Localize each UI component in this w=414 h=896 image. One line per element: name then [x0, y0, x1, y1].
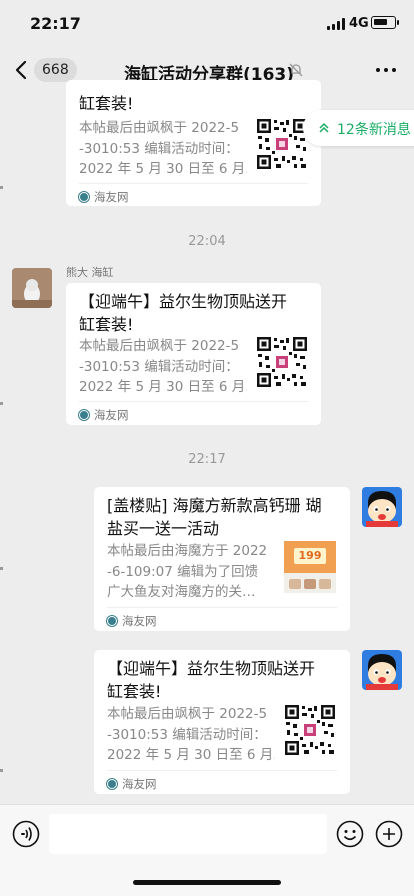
unread-count: 668 [34, 58, 77, 82]
thumbnail-price: 199 [294, 548, 326, 564]
card-title: [盖楼贴] 海魔方新款高钙珊 瑚 盐买一送一活动 [107, 496, 322, 538]
card-description: 本帖最后由海魔方于 2022 -6-109:07 编辑为了回馈 广大鱼友对海魔方… [107, 543, 268, 600]
card-source: 海友网 [79, 407, 129, 423]
card-title: 缸套装! [79, 94, 134, 113]
battery-icon [371, 16, 396, 29]
edge-mark [0, 186, 3, 189]
more-icon[interactable] [376, 68, 396, 73]
source-logo-icon [107, 779, 117, 789]
sender-name: 熊大 海缸 [66, 266, 114, 279]
source-logo-icon [79, 410, 89, 420]
edge-mark [0, 567, 3, 570]
avatar[interactable] [362, 650, 402, 690]
article-thumbnail: 199 [284, 541, 336, 593]
avatar[interactable] [12, 268, 52, 308]
double-up-arrow-icon [319, 122, 329, 133]
card-divider [107, 607, 337, 608]
card-description: 本帖最后由飒枫于 2022-5 -3010:53 编辑活动时间： 2022 年 … [79, 338, 247, 395]
source-label: 海友网 [122, 777, 157, 791]
network-label: 4G [349, 16, 369, 31]
card-description: 本帖最后由飒枫于 2022-5 -3010:53 编辑活动时间： 2022 年 … [79, 120, 247, 177]
shared-link-card[interactable]: 【迎端午】益尔生物顶贴送开 缸套装! 本帖最后由飒枫于 2022-5 -3010… [66, 283, 321, 425]
status-bar: 22:17 4G [0, 0, 414, 48]
card-title: 【迎端午】益尔生物顶贴送开 缸套装! [107, 659, 316, 701]
shared-link-card[interactable]: [盖楼贴] 海魔方新款高钙珊 瑚 盐买一送一活动 本帖最后由海魔方于 2022 … [94, 487, 350, 631]
new-messages-label: 12条新消息 [337, 122, 411, 138]
edge-mark [0, 402, 3, 405]
time-divider: 22:04 [188, 234, 226, 249]
source-logo-icon [79, 192, 89, 202]
source-label: 海友网 [94, 190, 129, 204]
shared-link-card[interactable]: 【迎端午】益尔生物顶贴送开 缸套装! 本帖最后由飒枫于 2022-5 -3010… [94, 650, 350, 794]
card-divider [107, 770, 337, 771]
card-divider [79, 183, 308, 184]
signal-icon [327, 18, 345, 30]
home-indicator [133, 880, 281, 885]
mute-icon [289, 63, 303, 77]
emoji-icon[interactable] [336, 820, 364, 848]
source-logo-icon [107, 616, 117, 626]
plus-icon[interactable] [375, 820, 403, 848]
qr-code-icon [284, 704, 336, 756]
source-label: 海友网 [94, 408, 129, 422]
qr-code-icon [256, 118, 308, 170]
edge-mark [0, 769, 3, 772]
shared-link-card[interactable]: 缸套装! 本帖最后由飒枫于 2022-5 -3010:53 编辑活动时间： 20… [66, 80, 321, 206]
source-label: 海友网 [122, 614, 157, 628]
card-source: 海友网 [107, 613, 157, 629]
voice-icon[interactable] [12, 820, 40, 848]
card-divider [79, 401, 308, 402]
qr-code-icon [256, 336, 308, 388]
back-chevron-icon [15, 60, 27, 80]
time-divider: 22:17 [188, 452, 226, 467]
avatar[interactable] [362, 487, 402, 527]
status-time: 22:17 [30, 14, 81, 33]
card-title: 【迎端午】益尔生物顶贴送开 缸套装! [79, 292, 288, 334]
back-button[interactable]: 668 [12, 57, 78, 83]
message-input[interactable] [49, 814, 327, 854]
card-description: 本帖最后由飒枫于 2022-5 -3010:53 编辑活动时间： 2022 年 … [107, 706, 275, 763]
new-messages-badge[interactable]: 12条新消息 [303, 110, 414, 146]
card-source: 海友网 [79, 189, 129, 205]
battery-cap [397, 20, 399, 25]
card-source: 海友网 [107, 776, 157, 792]
